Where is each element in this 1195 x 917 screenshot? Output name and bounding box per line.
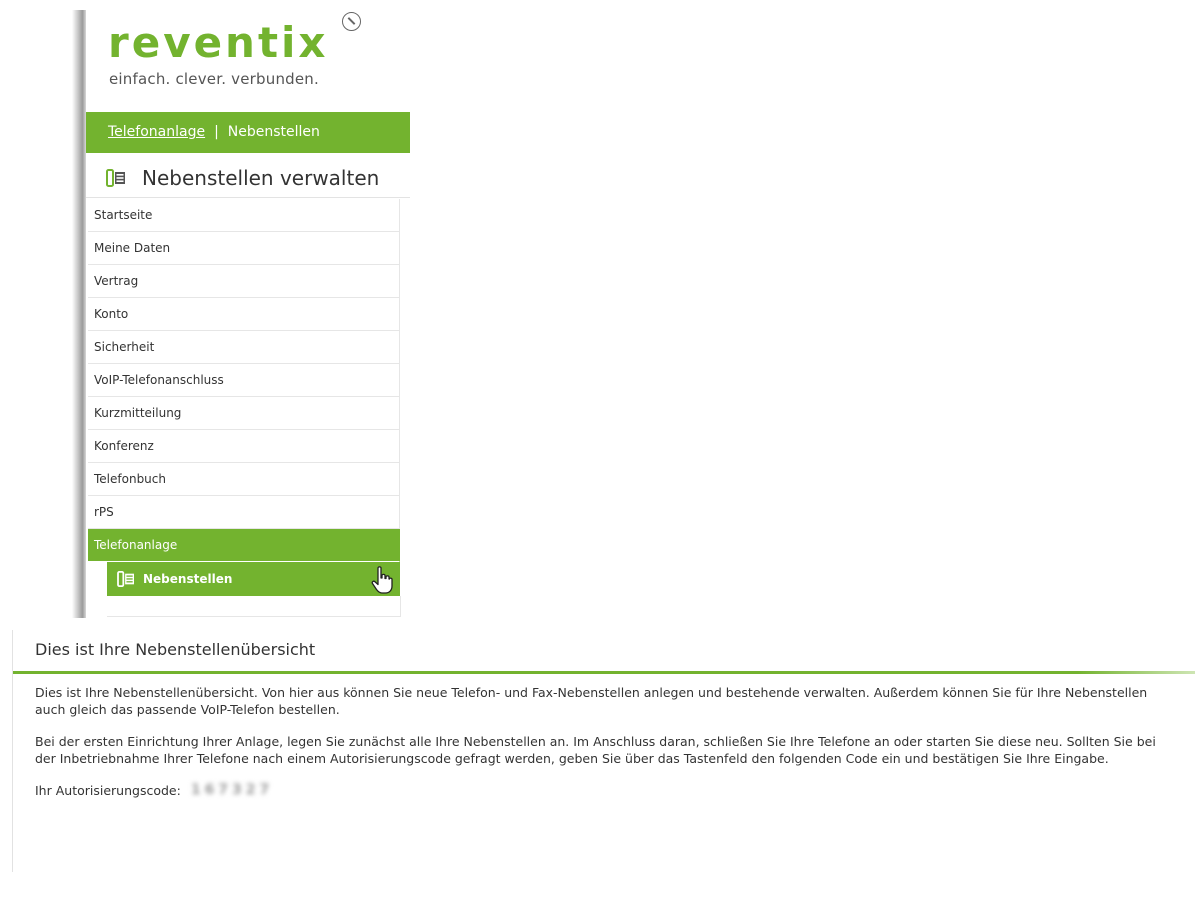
sidebar-item-voip-telefonanschluss[interactable]: VoIP-Telefonanschluss bbox=[88, 364, 400, 397]
section-title-text: Nebenstellen verwalten bbox=[142, 166, 380, 190]
sidebar-shadow bbox=[72, 10, 86, 618]
sidebar-item-konferenz[interactable]: Konferenz bbox=[88, 430, 400, 463]
breadcrumb-separator: | bbox=[214, 124, 219, 140]
extensions-icon bbox=[117, 571, 134, 587]
brand-tagline: einfach. clever. verbunden. bbox=[109, 70, 319, 88]
content-panel: Dies ist Ihre Nebenstellenübersicht Dies… bbox=[12, 630, 1195, 872]
sidebar: reventix einfach. clever. verbunden. Tel… bbox=[86, 0, 410, 617]
panel-body: Dies ist Ihre Nebenstellenübersicht. Von… bbox=[35, 684, 1175, 799]
sidebar-item-kurzmitteilung[interactable]: Kurzmitteilung bbox=[88, 397, 400, 430]
sidebar-item-meine-daten[interactable]: Meine Daten bbox=[88, 232, 400, 265]
intro-paragraph: Dies ist Ihre Nebenstellenübersicht. Von… bbox=[35, 685, 1148, 717]
sidebar-item-rps[interactable]: rPS bbox=[88, 496, 400, 529]
sidebar-item-konto[interactable]: Konto bbox=[88, 298, 400, 331]
panel-divider bbox=[13, 671, 1195, 674]
auth-code-row: Ihr Autorisierungscode: 167327 bbox=[35, 782, 1175, 799]
sidebar-subitem-nebenstellen[interactable]: Nebenstellen bbox=[107, 562, 400, 596]
sidebar-subitem-label: Nebenstellen bbox=[143, 572, 233, 586]
breadcrumb-current: Nebenstellen bbox=[227, 124, 320, 140]
breadcrumb: Telefonanlage | Nebenstellen bbox=[86, 112, 410, 153]
breadcrumb-link-telefonanlage[interactable]: Telefonanlage bbox=[108, 124, 205, 140]
sidebar-item-sicherheit[interactable]: Sicherheit bbox=[88, 331, 400, 364]
setup-paragraph: Bei der ersten Einrichtung Ihrer Anlage,… bbox=[35, 734, 1156, 766]
extensions-icon bbox=[106, 169, 125, 187]
section-title: Nebenstellen verwalten bbox=[86, 159, 410, 198]
sidebar-item-telefonanlage[interactable]: Telefonanlage bbox=[88, 529, 400, 562]
panel-title: Dies ist Ihre Nebenstellenübersicht bbox=[35, 640, 316, 659]
sidebar-item-telefonbuch[interactable]: Telefonbuch bbox=[88, 463, 400, 496]
hand-pointer-icon bbox=[371, 566, 393, 594]
sidebar-menu: Startseite Meine Daten Vertrag Konto Sic… bbox=[88, 199, 401, 617]
logo-mark-icon bbox=[342, 12, 361, 31]
auth-code-value: 167327 bbox=[190, 782, 274, 798]
auth-code-label: Ihr Autorisierungscode: bbox=[35, 783, 181, 798]
brand-logo[interactable]: reventix bbox=[108, 18, 329, 68]
sidebar-item-vertrag[interactable]: Vertrag bbox=[88, 265, 400, 298]
sidebar-subitem-next[interactable] bbox=[107, 596, 401, 617]
sidebar-item-startseite[interactable]: Startseite bbox=[88, 199, 400, 232]
